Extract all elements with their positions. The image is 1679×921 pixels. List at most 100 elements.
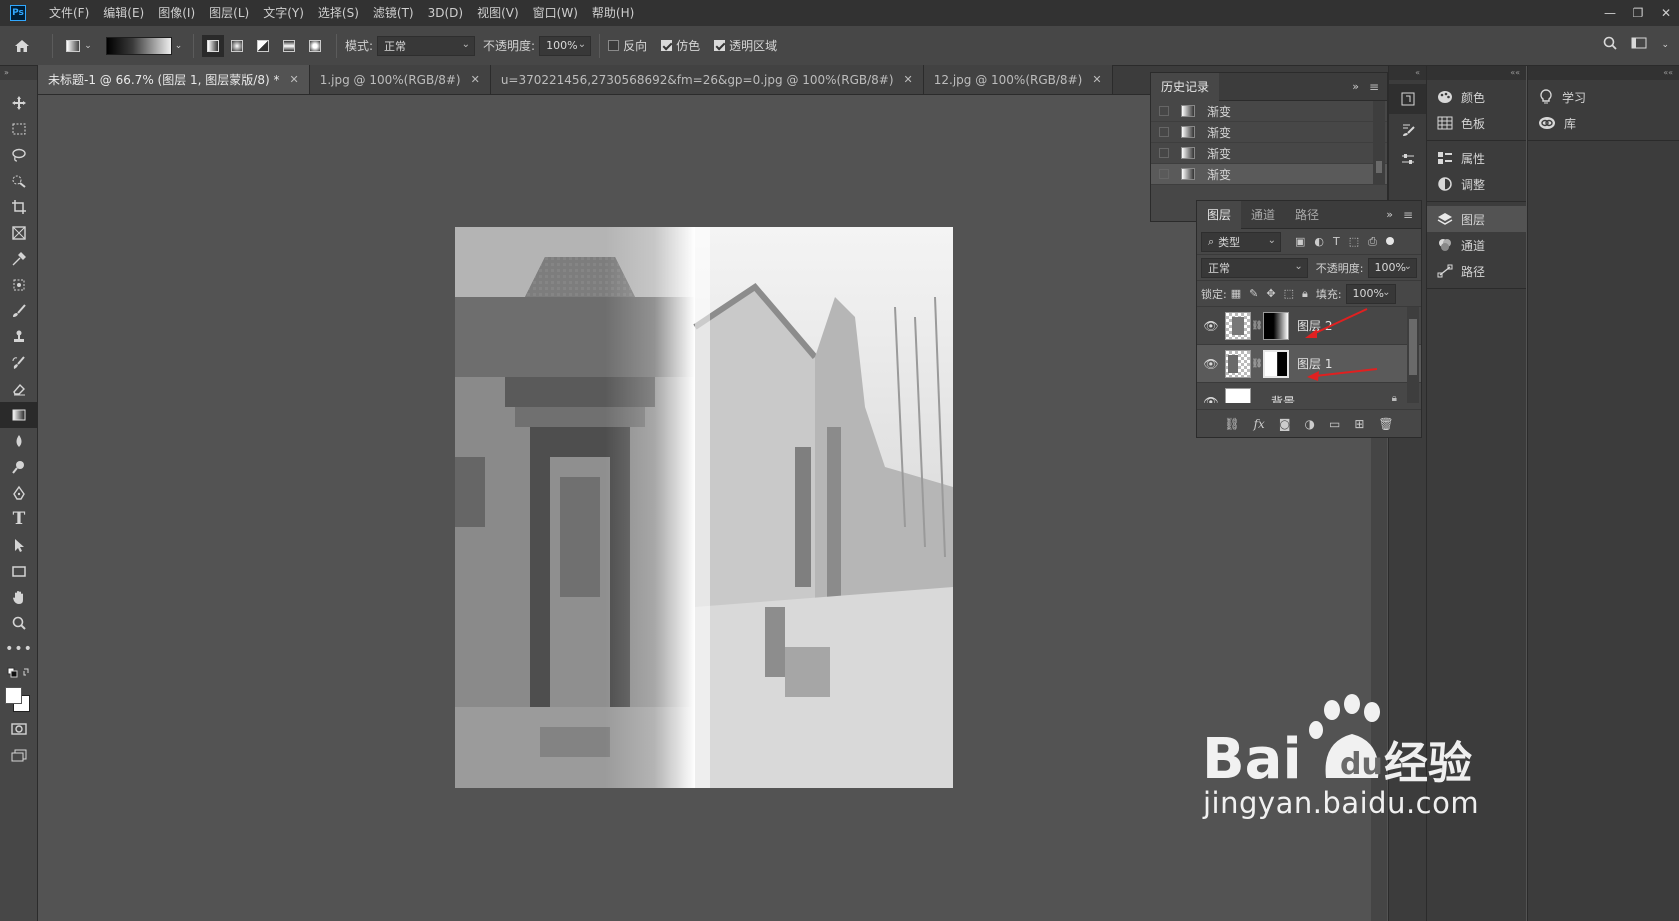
reverse-checkbox-box[interactable] (608, 40, 620, 51)
swap-colors-icon[interactable] (0, 662, 38, 682)
minimize-icon[interactable]: — (1603, 6, 1617, 20)
history-item[interactable]: 渐变 (1151, 143, 1387, 164)
menu-type[interactable]: 文字(Y) (256, 0, 311, 26)
close-icon[interactable]: ✕ (1659, 6, 1673, 20)
doc-tab-1[interactable]: 未标题-1 @ 66.7% (图层 1, 图层蒙版/8) * ✕ (38, 65, 310, 94)
shape-filter-icon[interactable]: ⬚ (1349, 235, 1359, 249)
snapshot-toggle[interactable] (1159, 127, 1169, 137)
menu-image[interactable]: 图像(I) (151, 0, 202, 26)
chevron-down-icon[interactable]: ⌄ (1661, 40, 1669, 50)
expand-icon[interactable]: » (1352, 80, 1359, 93)
fill-input[interactable]: 100% ⌄ (1345, 283, 1396, 304)
gradient-picker[interactable]: ⌄ (103, 35, 185, 57)
snapshot-toggle[interactable] (1159, 169, 1169, 179)
dock-layers-button[interactable]: 图层 (1427, 206, 1526, 232)
layer-mask-thumbnail[interactable] (1263, 311, 1289, 340)
clone-stamp-tool-icon[interactable] (0, 324, 38, 350)
radial-gradient-button[interactable] (224, 35, 250, 57)
visibility-eye-icon[interactable]: 👁︎ (1197, 395, 1225, 404)
history-brush-tool-icon[interactable] (0, 350, 38, 376)
lock-artboard-icon[interactable]: ⬚ (1284, 287, 1294, 301)
workspace-icon[interactable] (1631, 37, 1647, 52)
layers-scrollbar[interactable] (1407, 307, 1419, 403)
search-icon[interactable] (1603, 36, 1618, 53)
lock-image-icon[interactable]: ✎ (1249, 287, 1258, 301)
menu-edit[interactable]: 编辑(E) (96, 0, 151, 26)
pen-tool-icon[interactable] (0, 480, 38, 506)
color-swatches[interactable] (0, 682, 38, 716)
panel-collapse-icon[interactable]: «« (1528, 66, 1679, 80)
frame-tool-icon[interactable] (0, 220, 38, 246)
more-tools-icon[interactable]: ••• (0, 636, 38, 662)
doc-tab-2[interactable]: 1.jpg @ 100%(RGB/8#) ✕ (309, 65, 491, 94)
menu-view[interactable]: 视图(V) (470, 0, 526, 26)
dock-swatches-button[interactable]: 色板 (1427, 110, 1526, 136)
doc-tab-3[interactable]: u=370221456,2730568692&fm=26&gp=0.jpg @ … (490, 65, 924, 94)
menu-filter[interactable]: 滤镜(T) (366, 0, 421, 26)
menu-help[interactable]: 帮助(H) (585, 0, 641, 26)
dock-channels-button[interactable]: 通道 (1427, 232, 1526, 258)
hand-tool-icon[interactable] (0, 584, 38, 610)
close-icon[interactable]: ✕ (289, 73, 298, 86)
transparency-checkbox-box[interactable] (714, 40, 726, 51)
gradient-tool-icon[interactable] (0, 402, 38, 428)
close-icon[interactable]: ✕ (904, 73, 913, 86)
tool-preset-picker[interactable]: ⌄ (61, 35, 97, 57)
tab-history[interactable]: 历史记录 (1151, 72, 1220, 101)
pixel-filter-icon[interactable]: ▣ (1295, 235, 1305, 249)
lock-position-icon[interactable]: ✥ (1266, 287, 1275, 301)
menu-layer[interactable]: 图层(L) (202, 0, 256, 26)
new-adjustment-icon[interactable]: ◑ (1304, 417, 1314, 431)
linear-gradient-button[interactable] (202, 34, 224, 57)
smart-object-filter-icon[interactable]: ⎙ (1368, 235, 1377, 249)
tab-layers[interactable]: 图层 (1197, 200, 1242, 229)
dock-paths-button[interactable]: 路径 (1427, 258, 1526, 284)
snapshot-toggle[interactable] (1159, 106, 1169, 116)
healing-brush-tool-icon[interactable] (0, 272, 38, 298)
angle-gradient-button[interactable] (250, 35, 276, 57)
mode-select[interactable]: 正常 ⌄ (377, 35, 476, 56)
brush-tool-icon[interactable] (0, 298, 38, 324)
tab-channels[interactable]: 通道 (1241, 201, 1285, 229)
layer-name[interactable]: 背景 (1271, 393, 1295, 403)
new-layer-icon[interactable]: ⊞ (1354, 417, 1364, 431)
layer-mask-thumbnail[interactable] (1263, 349, 1289, 378)
history-item[interactable]: 渐变 (1151, 164, 1387, 185)
doc-tab-4[interactable]: 12.jpg @ 100%(RGB/8#) ✕ (923, 65, 1113, 94)
quick-selection-tool-icon[interactable] (0, 168, 38, 194)
fx-icon[interactable]: fx (1254, 417, 1265, 431)
adjustment-filter-icon[interactable]: ◐ (1314, 235, 1324, 249)
document-canvas[interactable] (455, 227, 953, 788)
rectangle-tool-icon[interactable] (0, 558, 38, 584)
lock-all-icon[interactable]: 🔒︎ (1302, 287, 1308, 301)
filter-toggle-icon[interactable] (1385, 236, 1394, 245)
panel-collapse-icon[interactable]: «« (1427, 66, 1526, 80)
type-tool-icon[interactable]: T (0, 506, 38, 532)
new-group-icon[interactable]: ▭ (1329, 417, 1340, 431)
panel-collapse-icon[interactable]: « (1389, 66, 1426, 80)
blur-tool-icon[interactable] (0, 428, 38, 454)
dock-libraries-button[interactable]: 库 (1528, 110, 1679, 136)
close-icon[interactable]: ✕ (471, 73, 480, 86)
eyedropper-tool-icon[interactable] (0, 246, 38, 272)
opacity-input[interactable]: 100% ⌄ (539, 35, 592, 56)
visibility-eye-icon[interactable]: 👁︎ (1197, 319, 1225, 333)
home-icon[interactable] (0, 35, 44, 57)
brush-settings-icon[interactable] (1389, 114, 1427, 144)
zoom-tool-icon[interactable] (0, 610, 38, 636)
adjust-sliders-icon[interactable] (1389, 144, 1427, 174)
history-item[interactable]: 渐变 (1151, 122, 1387, 143)
path-selection-tool-icon[interactable] (0, 532, 38, 558)
dock-color-button[interactable]: 颜色 (1427, 84, 1526, 110)
restore-icon[interactable]: ❐ (1631, 6, 1645, 20)
menu-3d[interactable]: 3D(D) (421, 0, 470, 26)
eraser-tool-icon[interactable] (0, 376, 38, 402)
reverse-checkbox[interactable]: 反向 (608, 37, 647, 54)
link-chain-icon[interactable]: ⛓︎ (1251, 359, 1263, 369)
history-item[interactable]: 渐变 (1151, 101, 1387, 122)
dither-checkbox-box[interactable] (661, 40, 673, 51)
panel-menu-icon[interactable]: ≡ (1369, 80, 1379, 94)
panel-collapse-icon[interactable]: » (0, 66, 37, 80)
history-scroll-thumb[interactable] (1376, 161, 1382, 173)
crop-tool-icon[interactable] (0, 194, 38, 220)
